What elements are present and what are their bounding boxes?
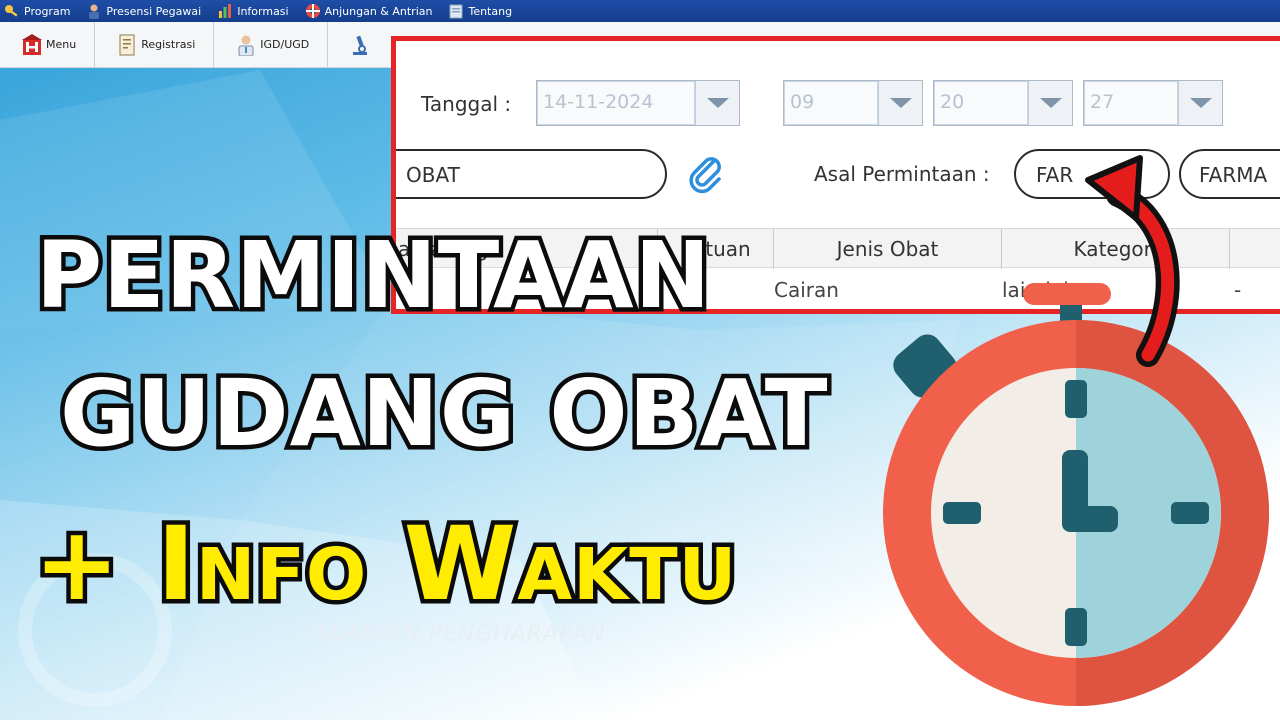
headline-line-1: PERMINTAAN: [32, 218, 715, 334]
watermark-text: HARAPAN PENGHARAPAN: [308, 622, 606, 647]
headline-line-2: GUDANG OBAT: [55, 356, 831, 472]
stopwatch-icon: [883, 283, 1269, 706]
headline-line-3: + Info Waktu: [29, 501, 740, 629]
